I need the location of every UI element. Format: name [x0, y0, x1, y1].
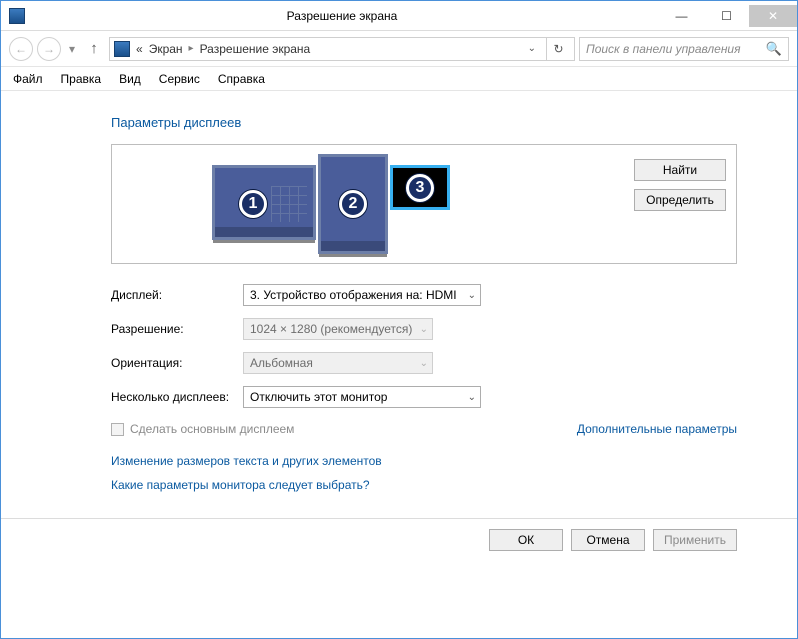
nav-bar: ← → ▾ ↑ « Экран ▸ Разрешение экрана ⌄ ↻ … — [1, 31, 797, 67]
menu-bar: Файл Правка Вид Сервис Справка — [1, 67, 797, 91]
app-icon — [9, 8, 25, 24]
crumb-prefix: « — [136, 42, 143, 56]
forward-button[interactable]: → — [37, 37, 61, 61]
chevron-down-icon: ⌄ — [414, 324, 428, 335]
up-button[interactable]: ↑ — [83, 40, 105, 57]
chevron-down-icon: ⌄ — [414, 358, 428, 369]
chevron-right-icon: ▸ — [189, 43, 194, 54]
maximize-button[interactable]: ☐ — [704, 5, 749, 27]
orientation-label: Ориентация: — [111, 356, 243, 370]
menu-view[interactable]: Вид — [119, 72, 141, 86]
location-icon — [114, 41, 130, 57]
history-dropdown[interactable]: ▾ — [65, 37, 79, 61]
address-dropdown-icon[interactable]: ⌄ — [524, 43, 540, 54]
resolution-label: Разрешение: — [111, 322, 243, 336]
search-input[interactable]: Поиск в панели управления 🔍 — [579, 37, 789, 61]
breadcrumb-resolution[interactable]: Разрешение экрана — [200, 42, 311, 56]
advanced-settings-link[interactable]: Дополнительные параметры — [577, 422, 737, 436]
display-select[interactable]: 3. Устройство отображения на: HDMI ⌄ — [243, 284, 481, 306]
monitor-1[interactable]: 1 — [212, 165, 316, 240]
address-bar[interactable]: « Экран ▸ Разрешение экрана ⌄ ↻ — [109, 37, 575, 61]
apply-button: Применить — [653, 529, 737, 551]
breadcrumb-screen[interactable]: Экран — [149, 42, 183, 56]
chevron-down-icon: ⌄ — [462, 290, 476, 301]
multiple-displays-label: Несколько дисплеев: — [111, 390, 243, 404]
make-primary-checkbox — [111, 423, 124, 436]
chevron-down-icon: ⌄ — [462, 392, 476, 403]
content-area: Параметры дисплеев 1 2 3 Найти Определит… — [1, 91, 797, 561]
monitor-arrangement[interactable]: 1 2 3 Найти Определить — [111, 144, 737, 264]
back-button[interactable]: ← — [9, 37, 33, 61]
close-button[interactable]: ✕ — [749, 5, 797, 27]
menu-file[interactable]: Файл — [13, 72, 43, 86]
detect-button[interactable]: Найти — [634, 159, 726, 181]
title-bar: Разрешение экрана — ☐ ✕ — [1, 1, 797, 31]
monitor-1-badge: 1 — [239, 190, 267, 218]
menu-help[interactable]: Справка — [218, 72, 265, 86]
display-label: Дисплей: — [111, 288, 243, 302]
cancel-button[interactable]: Отмена — [571, 529, 645, 551]
refresh-button[interactable]: ↻ — [546, 37, 570, 61]
ok-button[interactable]: ОК — [489, 529, 563, 551]
monitor-1-grid-icon — [271, 186, 307, 222]
window-title: Разрешение экрана — [25, 9, 659, 23]
help-link[interactable]: Какие параметры монитора следует выбрать… — [111, 478, 737, 492]
monitor-2-badge: 2 — [339, 190, 367, 218]
monitor-3[interactable]: 3 — [390, 165, 450, 210]
resolution-select: 1024 × 1280 (рекомендуется) ⌄ — [243, 318, 433, 340]
search-placeholder: Поиск в панели управления — [586, 42, 741, 56]
make-primary-label: Сделать основным дисплеем — [130, 422, 294, 436]
identify-button[interactable]: Определить — [634, 189, 726, 211]
page-heading: Параметры дисплеев — [111, 115, 737, 130]
monitor-3-badge: 3 — [406, 174, 434, 202]
multiple-displays-select[interactable]: Отключить этот монитор ⌄ — [243, 386, 481, 408]
menu-tools[interactable]: Сервис — [159, 72, 200, 86]
orientation-select: Альбомная ⌄ — [243, 352, 433, 374]
search-icon: 🔍 — [766, 41, 782, 57]
monitor-2[interactable]: 2 — [318, 154, 388, 254]
text-scaling-link[interactable]: Изменение размеров текста и других элеме… — [111, 454, 737, 468]
minimize-button[interactable]: — — [659, 5, 704, 27]
menu-edit[interactable]: Правка — [61, 72, 102, 86]
